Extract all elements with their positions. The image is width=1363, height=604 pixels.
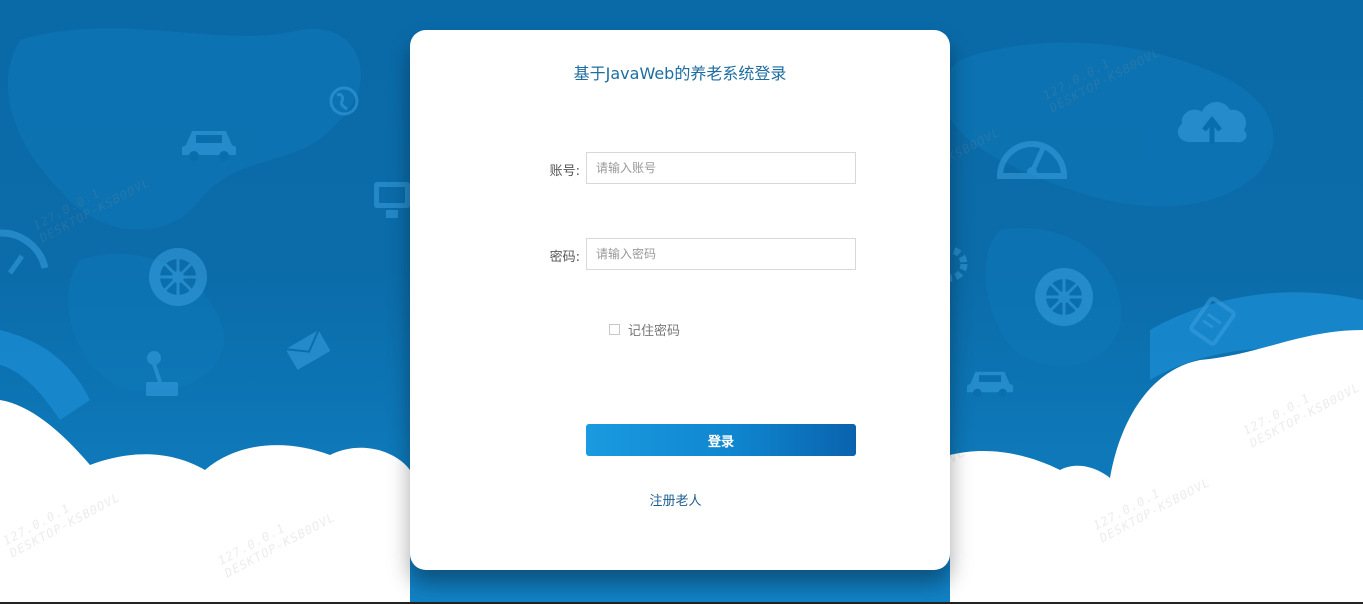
car-icon	[967, 371, 1013, 398]
wheel-icon	[149, 248, 207, 306]
remember-checkbox[interactable]	[609, 324, 620, 335]
envelope-icon	[285, 330, 331, 370]
globe-icon	[329, 86, 359, 116]
computer-icon	[374, 182, 410, 218]
speedometer-icon	[0, 229, 49, 275]
cloud-upload-icon	[1177, 101, 1247, 144]
account-input[interactable]	[586, 152, 856, 184]
clipboard-icon	[1189, 296, 1236, 346]
login-button[interactable]: 登录	[586, 424, 856, 456]
register-elder-link[interactable]: 注册老人	[410, 490, 941, 509]
remember-password[interactable]: 记住密码	[609, 320, 680, 339]
page-title: 基于JavaWeb的养老系统登录	[573, 64, 787, 83]
password-label: 密码:	[549, 250, 580, 265]
password-input[interactable]	[586, 238, 856, 270]
remember-label: 记住密码	[628, 324, 681, 339]
wheel-icon	[1035, 268, 1093, 326]
account-label: 账号:	[549, 164, 580, 179]
car-icon	[182, 131, 236, 161]
login-card: 基于JavaWeb的养老系统登录 账号: 密码: 记住密码 登录 注册老人	[410, 30, 950, 570]
joystick-icon	[146, 351, 178, 396]
gauge-icon	[996, 141, 1068, 179]
